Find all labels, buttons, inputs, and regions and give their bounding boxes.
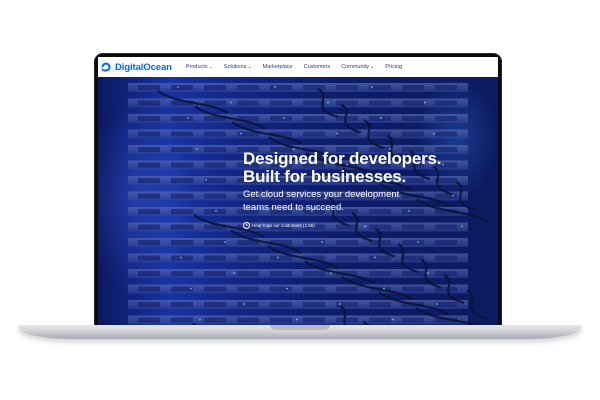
nav-item-products[interactable]: Products ⌄	[186, 64, 213, 70]
nav-item-customers[interactable]: Customers	[304, 64, 331, 70]
chevron-down-icon: ⌄	[208, 64, 213, 70]
chevron-down-icon: ⌄	[247, 64, 252, 70]
hero-headline-line1: Designed for developers.	[243, 149, 442, 168]
top-nav: DigitalOcean Products ⌄ Solutions ⌄ Mark…	[98, 57, 498, 77]
hero-section: Designed for developers. Built for busin…	[98, 77, 498, 327]
nav-item-community[interactable]: Community ⌄	[341, 64, 374, 70]
nav-item-label: Pricing	[385, 64, 403, 70]
nav-item-solutions[interactable]: Solutions ⌄	[224, 64, 252, 70]
logo-text: DigitalOcean	[115, 61, 172, 73]
play-icon	[243, 222, 250, 229]
nav-item-label: Customers	[303, 64, 331, 70]
hero-headline-line2: Built for businesses.	[243, 167, 407, 186]
nav-item-marketplace[interactable]: Marketplace	[263, 64, 293, 70]
nav-item-label: Products	[185, 64, 208, 70]
chevron-down-icon: ⌄	[370, 64, 375, 70]
hero-subhead: Get cloud services your development team…	[243, 188, 399, 214]
nav-item-pricing[interactable]: Pricing	[385, 64, 402, 70]
nav-item-label: Marketplace	[262, 64, 293, 70]
video-link-label: Hear from our customers (1:56)	[252, 223, 315, 228]
laptop-screen: DigitalOcean Products ⌄ Solutions ⌄ Mark…	[98, 57, 498, 327]
nav-item-label: Solutions	[223, 64, 247, 70]
logo[interactable]: DigitalOcean	[100, 61, 172, 73]
hero-subhead-line1: Get cloud services your development	[243, 189, 400, 200]
laptop-notch	[270, 325, 330, 330]
digitalocean-logo-icon	[101, 62, 111, 72]
nav-item-label: Community	[341, 64, 370, 70]
watch-video-link[interactable]: Hear from our customers (1:56)	[243, 222, 315, 229]
hero-headline: Designed for developers. Built for busin…	[243, 149, 442, 186]
hero-subhead-line2: teams need to succeed.	[243, 202, 344, 213]
